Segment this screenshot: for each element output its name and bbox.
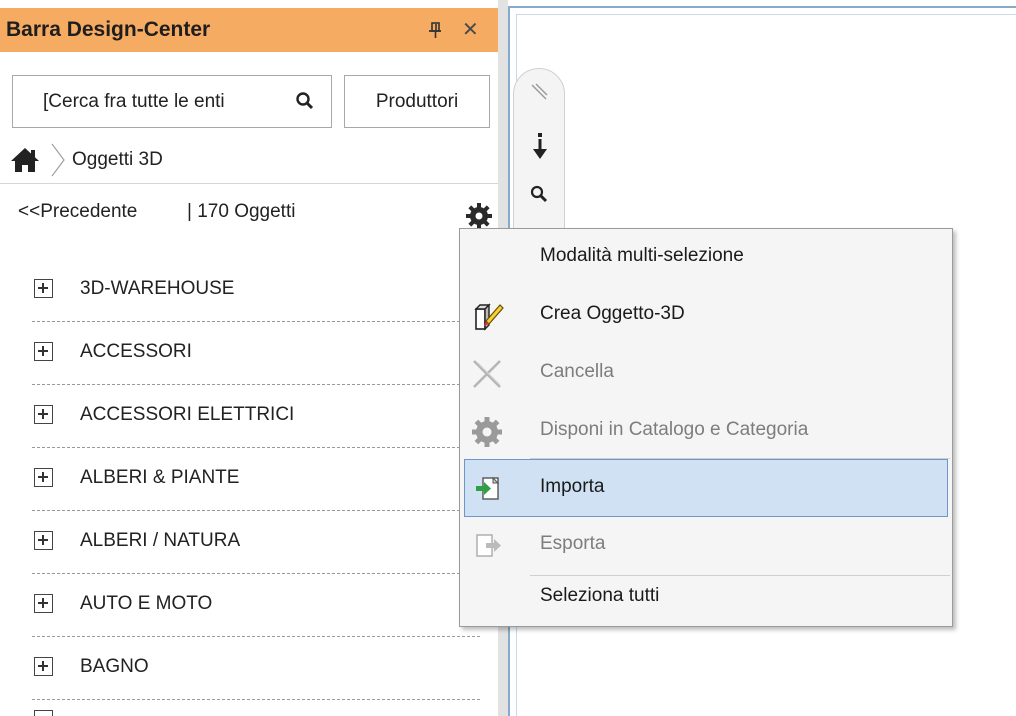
- tree-item-label: ALBERI / NATURA: [80, 530, 241, 551]
- gear-icon: [472, 417, 502, 447]
- search-icon[interactable]: [293, 89, 317, 113]
- pencil-object-icon: [474, 303, 504, 331]
- menu-item-delete: Cancella: [460, 345, 952, 403]
- producers-button[interactable]: Produttori: [344, 75, 490, 128]
- menu-item-label: Disponi in Catalogo e Categoria: [540, 419, 809, 440]
- menu-item-label: Importa: [540, 476, 605, 497]
- import-icon: [476, 476, 500, 500]
- menu-item-multi-select[interactable]: Modalità multi-selezione: [460, 229, 952, 287]
- breadcrumb-item-oggetti-3d[interactable]: Oggetti 3D: [72, 149, 163, 171]
- tree-item[interactable]: BAGNO: [0, 640, 498, 703]
- pin-icon[interactable]: [426, 21, 444, 39]
- menu-item-label: Modalità multi-selezione: [540, 245, 744, 266]
- category-tree: 3D-WAREHOUSE ACCESSORI ACCESSORI ELETTRI…: [0, 262, 498, 703]
- menu-item-create-3d-object[interactable]: Crea Oggetto-3D: [460, 287, 952, 345]
- arrow-down-icon[interactable]: [530, 131, 550, 161]
- design-center-panel: Barra Design-Center ✕ [Cerca fra tutte l…: [0, 0, 498, 716]
- panel-titlebar: Barra Design-Center ✕: [0, 8, 498, 52]
- home-icon[interactable]: [8, 146, 42, 174]
- divider: [32, 321, 480, 322]
- expand-icon[interactable]: [34, 594, 53, 613]
- panel-title: Barra Design-Center: [6, 18, 211, 41]
- tree-item[interactable]: ACCESSORI: [0, 325, 498, 388]
- tree-item-label: ACCESSORI: [80, 341, 192, 362]
- breadcrumb-chevron-icon: [51, 143, 65, 177]
- tree-item-label: ACCESSORI ELETTRICI: [80, 404, 295, 425]
- tree-item-label: 3D-WAREHOUSE: [80, 278, 235, 299]
- expand-icon[interactable]: [34, 657, 53, 676]
- previous-link[interactable]: <<Precedente: [18, 201, 137, 223]
- divider: [32, 447, 480, 448]
- export-icon: [476, 534, 501, 557]
- tree-item[interactable]: ALBERI / NATURA: [0, 514, 498, 577]
- menu-item-label: Esporta: [540, 533, 606, 554]
- search-input[interactable]: [Cerca fra tutte le enti: [43, 91, 271, 113]
- tree-item[interactable]: ACCESSORI ELETTRICI: [0, 388, 498, 451]
- search-field[interactable]: [Cerca fra tutte le enti: [12, 75, 332, 128]
- tree-item-label: ALBERI & PIANTE: [80, 467, 240, 488]
- tree-item[interactable]: AUTO E MOTO: [0, 577, 498, 640]
- divider: [32, 636, 480, 637]
- close-icon[interactable]: ✕: [462, 20, 479, 40]
- zoom-icon[interactable]: [528, 183, 550, 205]
- menu-item-arrange-catalog: Disponi in Catalogo e Categoria: [460, 403, 952, 461]
- context-menu: Modalità multi-selezione Crea Oggetto-3D…: [459, 228, 953, 627]
- tree-item[interactable]: 3D-WAREHOUSE: [0, 262, 498, 325]
- tree-item-label: BAGNO: [80, 656, 149, 677]
- menu-item-label: Seleziona tutti: [540, 585, 660, 606]
- object-count: | 170 Oggetti: [187, 201, 296, 222]
- expand-icon[interactable]: [34, 342, 53, 361]
- divider: [32, 384, 480, 385]
- scissors-icon: [473, 360, 501, 388]
- menu-item-export: Esporta: [460, 517, 952, 575]
- expand-icon[interactable]: [34, 710, 53, 716]
- menu-item-label: Crea Oggetto-3D: [540, 303, 685, 324]
- divider: [32, 510, 480, 511]
- expand-icon[interactable]: [34, 468, 53, 487]
- navigation-row: <<Precedente | 170 Oggetti: [0, 196, 498, 228]
- menu-item-label: Cancella: [540, 361, 614, 382]
- menu-item-select-all[interactable]: Seleziona tutti: [460, 569, 952, 627]
- grip-icon[interactable]: [528, 81, 550, 103]
- expand-icon[interactable]: [34, 531, 53, 550]
- divider: [32, 573, 480, 574]
- breadcrumb: Oggetti 3D: [0, 138, 498, 184]
- floating-toolbar: [513, 68, 565, 230]
- menu-item-import[interactable]: Importa: [464, 459, 948, 517]
- expand-icon[interactable]: [34, 405, 53, 424]
- tree-item-label: AUTO E MOTO: [80, 593, 213, 614]
- gear-icon[interactable]: [465, 202, 493, 230]
- tree-item[interactable]: ALBERI & PIANTE: [0, 451, 498, 514]
- divider: [32, 699, 480, 700]
- expand-icon[interactable]: [34, 279, 53, 298]
